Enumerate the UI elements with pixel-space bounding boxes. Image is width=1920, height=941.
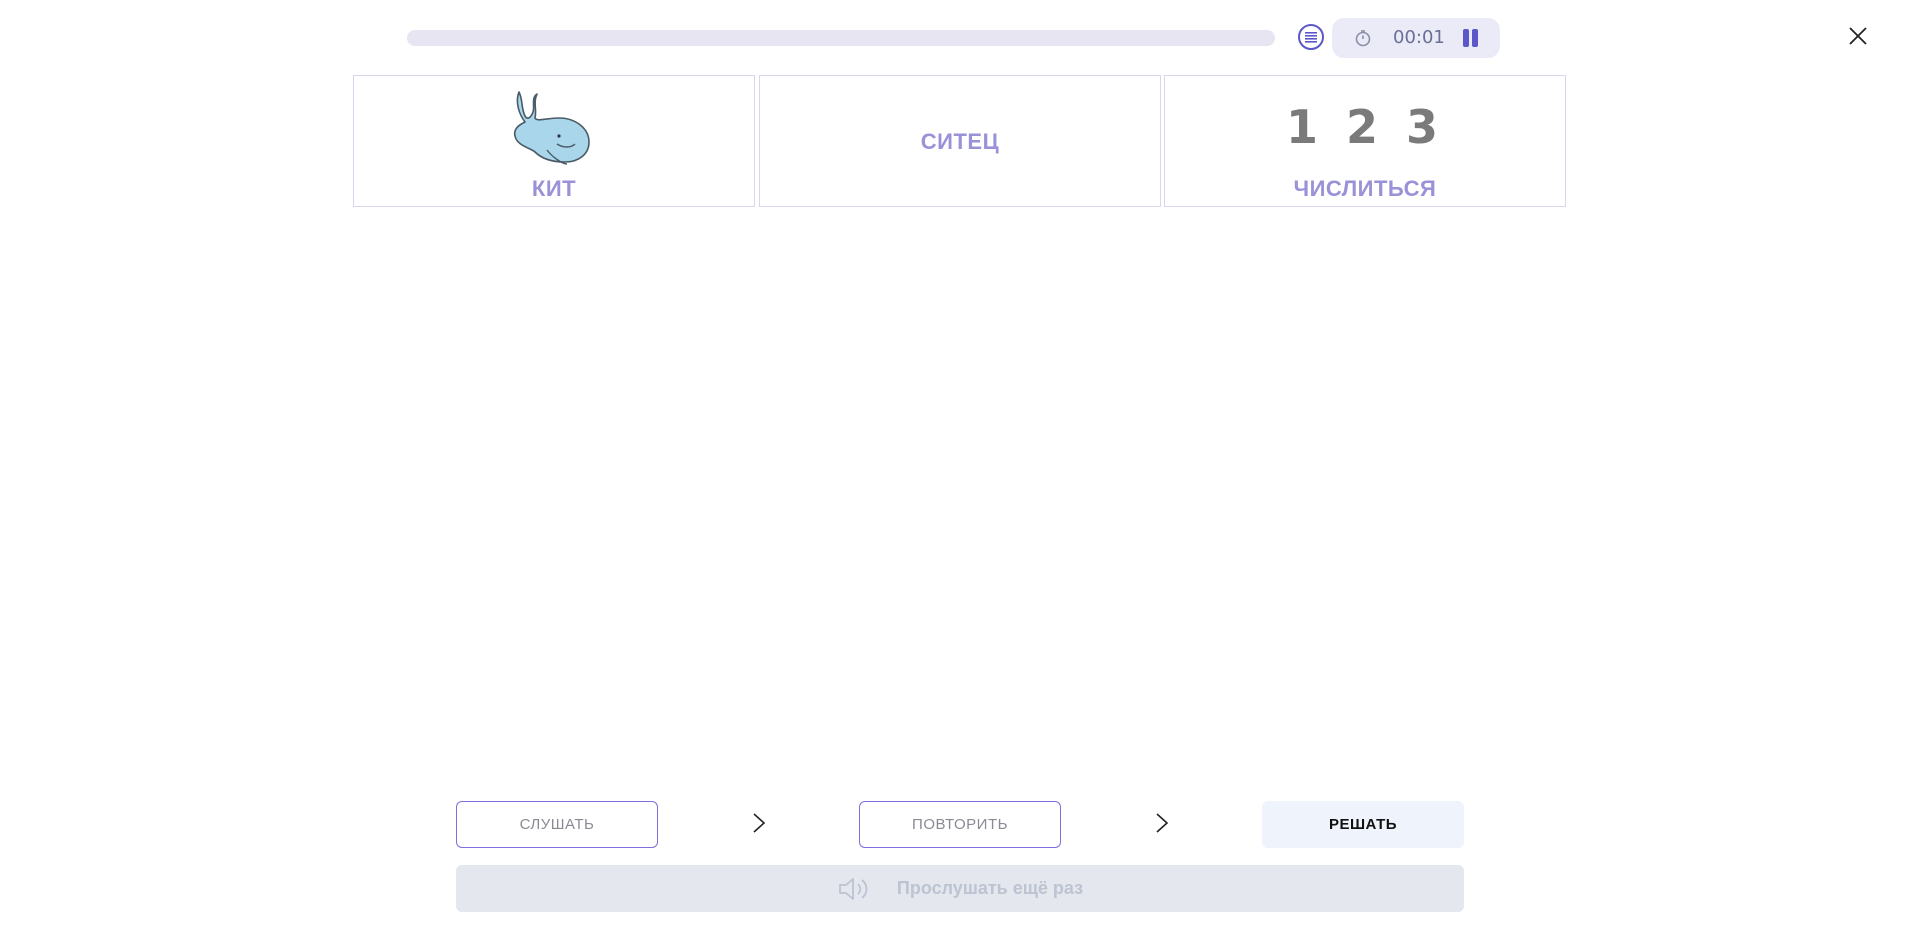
solve-button[interactable]: РЕШАТЬ	[1262, 801, 1464, 848]
close-icon[interactable]	[1846, 24, 1870, 48]
list-icon	[1305, 32, 1317, 43]
chevron-right-icon	[753, 813, 766, 833]
timer-value: 00:01	[1393, 27, 1445, 48]
whale-icon	[513, 91, 590, 165]
pause-icon	[1463, 29, 1469, 47]
replay-button[interactable]: Прослушать ещё раз	[456, 865, 1464, 912]
chevron-right-icon	[1156, 813, 1169, 833]
card-label: СИТЕЦ	[920, 129, 1000, 154]
timer-panel: 00:01	[1332, 18, 1500, 58]
speaker-icon	[839, 877, 868, 900]
card-label: ЧИСЛИТЬСЯ	[1293, 176, 1437, 201]
card-label: КИТ	[531, 176, 577, 201]
word-card-sitets[interactable]: СИТЕЦ	[759, 75, 1161, 207]
repeat-button[interactable]: ПОВТОРИТЬ	[859, 801, 1061, 848]
replay-label: Прослушать ещё раз	[896, 878, 1084, 898]
progress-bar	[407, 30, 1275, 46]
pause-icon-bar	[1472, 29, 1478, 47]
word-card-kit[interactable]: КИТ	[353, 75, 755, 207]
numbers-picture: 1 2 3	[1285, 100, 1445, 154]
stopwatch-icon	[1355, 30, 1371, 47]
word-card-chislitsya[interactable]: 1 2 3 ЧИСЛИТЬСЯ	[1164, 75, 1566, 207]
listen-button[interactable]: СЛУШАТЬ	[456, 801, 658, 848]
pause-button[interactable]	[1460, 29, 1480, 47]
list-button[interactable]	[1298, 24, 1324, 50]
